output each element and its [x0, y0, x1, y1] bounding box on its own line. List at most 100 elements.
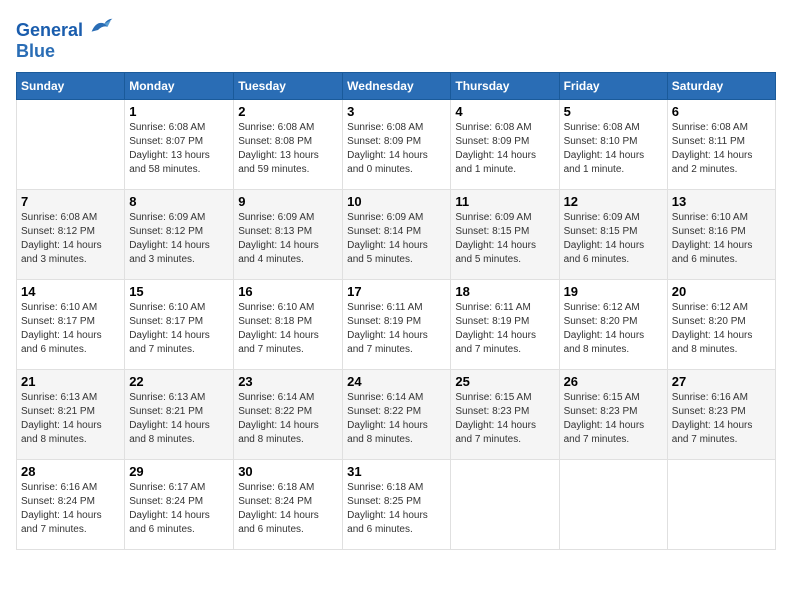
- calendar-cell: 2 Sunrise: 6:08 AMSunset: 8:08 PMDayligh…: [234, 99, 343, 189]
- day-number: 6: [672, 104, 771, 119]
- day-info: Sunrise: 6:08 AMSunset: 8:09 PMDaylight:…: [347, 122, 428, 175]
- day-info: Sunrise: 6:14 AMSunset: 8:22 PMDaylight:…: [238, 392, 319, 445]
- calendar-cell: 11 Sunrise: 6:09 AMSunset: 8:15 PMDaylig…: [451, 189, 559, 279]
- day-info: Sunrise: 6:09 AMSunset: 8:15 PMDaylight:…: [455, 212, 536, 265]
- day-number: 15: [129, 284, 229, 299]
- calendar-cell: 16 Sunrise: 6:10 AMSunset: 8:18 PMDaylig…: [234, 279, 343, 369]
- page-header: General Blue: [16, 16, 776, 62]
- day-info: Sunrise: 6:09 AMSunset: 8:13 PMDaylight:…: [238, 212, 319, 265]
- day-number: 10: [347, 194, 446, 209]
- day-number: 2: [238, 104, 338, 119]
- calendar-cell: 26 Sunrise: 6:15 AMSunset: 8:23 PMDaylig…: [559, 369, 667, 459]
- week-row-4: 21 Sunrise: 6:13 AMSunset: 8:21 PMDaylig…: [17, 369, 776, 459]
- day-number: 11: [455, 194, 554, 209]
- day-info: Sunrise: 6:16 AMSunset: 8:24 PMDaylight:…: [21, 482, 102, 535]
- day-number: 3: [347, 104, 446, 119]
- logo-blue: Blue: [16, 41, 114, 62]
- day-info: Sunrise: 6:08 AMSunset: 8:09 PMDaylight:…: [455, 122, 536, 175]
- day-info: Sunrise: 6:11 AMSunset: 8:19 PMDaylight:…: [455, 302, 536, 355]
- calendar-cell: 10 Sunrise: 6:09 AMSunset: 8:14 PMDaylig…: [343, 189, 451, 279]
- calendar-cell: 21 Sunrise: 6:13 AMSunset: 8:21 PMDaylig…: [17, 369, 125, 459]
- day-number: 26: [564, 374, 663, 389]
- calendar-cell: 31 Sunrise: 6:18 AMSunset: 8:25 PMDaylig…: [343, 459, 451, 549]
- day-number: 9: [238, 194, 338, 209]
- day-number: 28: [21, 464, 120, 479]
- calendar-cell: 24 Sunrise: 6:14 AMSunset: 8:22 PMDaylig…: [343, 369, 451, 459]
- week-row-1: 1 Sunrise: 6:08 AMSunset: 8:07 PMDayligh…: [17, 99, 776, 189]
- calendar-cell: 27 Sunrise: 6:16 AMSunset: 8:23 PMDaylig…: [667, 369, 775, 459]
- day-number: 13: [672, 194, 771, 209]
- day-number: 24: [347, 374, 446, 389]
- day-info: Sunrise: 6:12 AMSunset: 8:20 PMDaylight:…: [672, 302, 753, 355]
- calendar-cell: 1 Sunrise: 6:08 AMSunset: 8:07 PMDayligh…: [125, 99, 234, 189]
- calendar-cell: 29 Sunrise: 6:17 AMSunset: 8:24 PMDaylig…: [125, 459, 234, 549]
- header-day-sunday: Sunday: [17, 72, 125, 99]
- calendar-cell: [559, 459, 667, 549]
- day-info: Sunrise: 6:12 AMSunset: 8:20 PMDaylight:…: [564, 302, 645, 355]
- day-number: 8: [129, 194, 229, 209]
- day-number: 7: [21, 194, 120, 209]
- day-info: Sunrise: 6:18 AMSunset: 8:25 PMDaylight:…: [347, 482, 428, 535]
- calendar-cell: 14 Sunrise: 6:10 AMSunset: 8:17 PMDaylig…: [17, 279, 125, 369]
- calendar-cell: 9 Sunrise: 6:09 AMSunset: 8:13 PMDayligh…: [234, 189, 343, 279]
- calendar-body: 1 Sunrise: 6:08 AMSunset: 8:07 PMDayligh…: [17, 99, 776, 549]
- day-number: 21: [21, 374, 120, 389]
- calendar-cell: 28 Sunrise: 6:16 AMSunset: 8:24 PMDaylig…: [17, 459, 125, 549]
- day-number: 12: [564, 194, 663, 209]
- logo-general: General: [16, 20, 83, 40]
- day-number: 4: [455, 104, 554, 119]
- day-info: Sunrise: 6:08 AMSunset: 8:12 PMDaylight:…: [21, 212, 102, 265]
- day-number: 5: [564, 104, 663, 119]
- day-number: 23: [238, 374, 338, 389]
- calendar-cell: 22 Sunrise: 6:13 AMSunset: 8:21 PMDaylig…: [125, 369, 234, 459]
- calendar-cell: 4 Sunrise: 6:08 AMSunset: 8:09 PMDayligh…: [451, 99, 559, 189]
- day-info: Sunrise: 6:18 AMSunset: 8:24 PMDaylight:…: [238, 482, 319, 535]
- calendar-cell: 7 Sunrise: 6:08 AMSunset: 8:12 PMDayligh…: [17, 189, 125, 279]
- calendar-cell: 5 Sunrise: 6:08 AMSunset: 8:10 PMDayligh…: [559, 99, 667, 189]
- logo: General Blue: [16, 16, 114, 62]
- day-info: Sunrise: 6:13 AMSunset: 8:21 PMDaylight:…: [21, 392, 102, 445]
- day-info: Sunrise: 6:11 AMSunset: 8:19 PMDaylight:…: [347, 302, 428, 355]
- header-day-wednesday: Wednesday: [343, 72, 451, 99]
- day-number: 29: [129, 464, 229, 479]
- day-info: Sunrise: 6:09 AMSunset: 8:12 PMDaylight:…: [129, 212, 210, 265]
- day-info: Sunrise: 6:10 AMSunset: 8:18 PMDaylight:…: [238, 302, 319, 355]
- day-info: Sunrise: 6:10 AMSunset: 8:17 PMDaylight:…: [129, 302, 210, 355]
- calendar-cell: [451, 459, 559, 549]
- day-info: Sunrise: 6:14 AMSunset: 8:22 PMDaylight:…: [347, 392, 428, 445]
- day-number: 27: [672, 374, 771, 389]
- calendar-cell: 17 Sunrise: 6:11 AMSunset: 8:19 PMDaylig…: [343, 279, 451, 369]
- calendar-cell: 30 Sunrise: 6:18 AMSunset: 8:24 PMDaylig…: [234, 459, 343, 549]
- day-info: Sunrise: 6:15 AMSunset: 8:23 PMDaylight:…: [564, 392, 645, 445]
- day-info: Sunrise: 6:17 AMSunset: 8:24 PMDaylight:…: [129, 482, 210, 535]
- logo-bird-icon: [90, 16, 114, 36]
- day-number: 30: [238, 464, 338, 479]
- day-info: Sunrise: 6:08 AMSunset: 8:10 PMDaylight:…: [564, 122, 645, 175]
- week-row-2: 7 Sunrise: 6:08 AMSunset: 8:12 PMDayligh…: [17, 189, 776, 279]
- calendar-header: SundayMondayTuesdayWednesdayThursdayFrid…: [17, 72, 776, 99]
- logo-text: General: [16, 16, 114, 41]
- header-day-tuesday: Tuesday: [234, 72, 343, 99]
- day-number: 1: [129, 104, 229, 119]
- day-number: 31: [347, 464, 446, 479]
- day-info: Sunrise: 6:08 AMSunset: 8:07 PMDaylight:…: [129, 122, 210, 175]
- calendar-cell: 15 Sunrise: 6:10 AMSunset: 8:17 PMDaylig…: [125, 279, 234, 369]
- calendar-cell: 3 Sunrise: 6:08 AMSunset: 8:09 PMDayligh…: [343, 99, 451, 189]
- day-number: 18: [455, 284, 554, 299]
- calendar-cell: 13 Sunrise: 6:10 AMSunset: 8:16 PMDaylig…: [667, 189, 775, 279]
- day-info: Sunrise: 6:09 AMSunset: 8:14 PMDaylight:…: [347, 212, 428, 265]
- header-day-thursday: Thursday: [451, 72, 559, 99]
- day-info: Sunrise: 6:08 AMSunset: 8:11 PMDaylight:…: [672, 122, 753, 175]
- week-row-3: 14 Sunrise: 6:10 AMSunset: 8:17 PMDaylig…: [17, 279, 776, 369]
- calendar-cell: 25 Sunrise: 6:15 AMSunset: 8:23 PMDaylig…: [451, 369, 559, 459]
- day-number: 20: [672, 284, 771, 299]
- calendar-table: SundayMondayTuesdayWednesdayThursdayFrid…: [16, 72, 776, 550]
- calendar-cell: 18 Sunrise: 6:11 AMSunset: 8:19 PMDaylig…: [451, 279, 559, 369]
- day-number: 19: [564, 284, 663, 299]
- calendar-cell: 6 Sunrise: 6:08 AMSunset: 8:11 PMDayligh…: [667, 99, 775, 189]
- header-day-friday: Friday: [559, 72, 667, 99]
- day-number: 22: [129, 374, 229, 389]
- calendar-cell: [667, 459, 775, 549]
- calendar-cell: 12 Sunrise: 6:09 AMSunset: 8:15 PMDaylig…: [559, 189, 667, 279]
- calendar-cell: 20 Sunrise: 6:12 AMSunset: 8:20 PMDaylig…: [667, 279, 775, 369]
